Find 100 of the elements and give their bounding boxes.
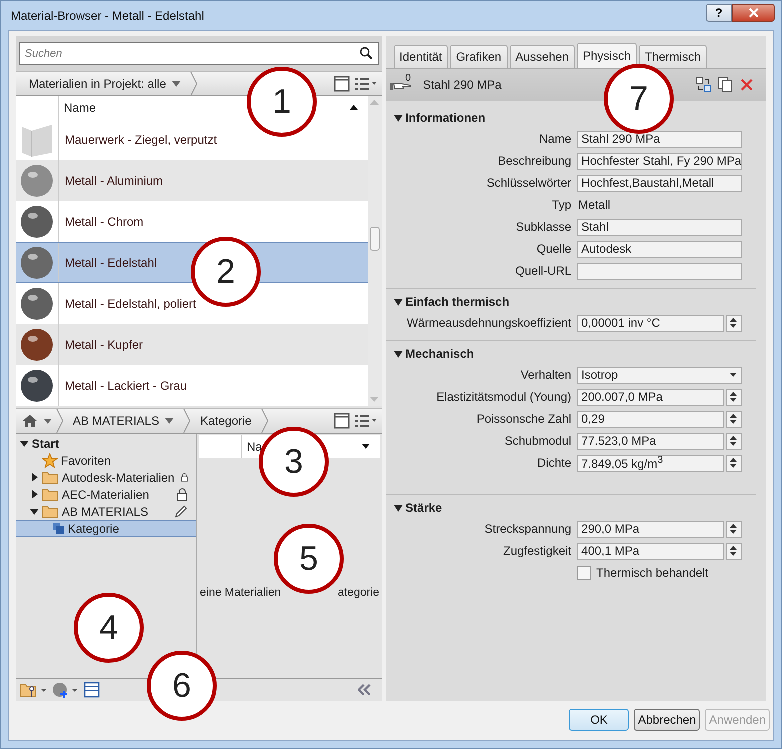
spin-button[interactable] <box>726 410 742 428</box>
number-field[interactable]: 290,0 MPa <box>576 520 724 538</box>
collapsed-icon[interactable] <box>32 490 38 499</box>
list-view-icon[interactable] <box>354 413 378 429</box>
number-field[interactable]: 400,1 MPa <box>576 542 724 560</box>
checkbox[interactable] <box>576 566 591 580</box>
sort-icon[interactable] <box>350 105 358 110</box>
folder-icon <box>42 488 59 502</box>
text-field[interactable]: Stahl 290 MPa <box>576 130 742 148</box>
folder-key-icon[interactable] <box>20 682 48 698</box>
expanded-icon[interactable] <box>394 350 403 358</box>
section-title[interactable]: Mechanisch <box>406 347 474 361</box>
column-header[interactable]: Name <box>59 100 96 114</box>
section-title[interactable]: Einfach thermisch <box>406 295 510 309</box>
search-icon <box>360 47 373 60</box>
up-arrow-icon <box>730 392 738 396</box>
star-icon <box>42 452 58 468</box>
list-view-icon[interactable] <box>354 76 378 92</box>
copy-icon[interactable] <box>718 77 734 93</box>
spin-button[interactable] <box>726 388 742 406</box>
panel-icon[interactable] <box>84 682 100 698</box>
number-field[interactable]: 200.007,0 MPa <box>576 388 724 406</box>
spin-button[interactable] <box>726 542 742 560</box>
panel-icon[interactable] <box>334 76 350 92</box>
text-field[interactable]: Hochfest,Baustahl,Metall <box>576 174 742 192</box>
tree-item[interactable]: Start <box>16 435 196 452</box>
material-row[interactable]: Metall - Aluminium <box>16 160 368 201</box>
caret-icon <box>165 418 174 424</box>
tree-label: Autodesk-Materialien <box>62 470 175 484</box>
number-field[interactable]: 77.523,0 MPa <box>576 432 724 450</box>
tree-label: AB MATERIALS <box>62 504 148 518</box>
category-icon <box>52 522 65 535</box>
tab[interactable]: Aussehen <box>510 45 575 68</box>
spin-button[interactable] <box>726 432 742 450</box>
down-arrow-icon <box>730 530 738 534</box>
field-label: Wärmeausdehnungskoeffizient <box>406 316 572 330</box>
tab[interactable]: Physisch <box>576 43 637 68</box>
down-arrow-icon <box>730 420 738 424</box>
caret-icon[interactable] <box>362 444 370 449</box>
close-button[interactable] <box>732 4 775 22</box>
expanded-icon[interactable] <box>394 114 403 122</box>
field-label: Poissonsche Zahl <box>476 412 572 426</box>
text-field[interactable]: Autodesk <box>576 240 742 258</box>
spin-button[interactable] <box>726 314 742 332</box>
text-field[interactable] <box>576 262 742 280</box>
section-title[interactable]: Stärke <box>406 501 442 515</box>
material-row[interactable]: Metall - Kupfer <box>16 324 368 365</box>
down-arrow-icon <box>730 464 738 468</box>
field-label: Subklasse <box>516 220 572 234</box>
down-arrow-icon <box>730 324 738 328</box>
breadcrumb[interactable]: AB MATERIALS <box>68 414 180 428</box>
add-material-icon[interactable] <box>52 682 80 698</box>
dialog-button[interactable]: Abbrechen <box>634 709 700 731</box>
material-name: Metall - Aluminium <box>64 174 164 188</box>
close-icon <box>748 8 758 18</box>
search-field[interactable]: Suchen <box>19 42 379 65</box>
delete-icon[interactable] <box>740 78 754 92</box>
down-arrow-icon <box>730 398 738 402</box>
text-field[interactable]: Stahl <box>576 218 742 236</box>
tab[interactable]: Identität <box>394 45 448 68</box>
number-field[interactable]: 7.849,05 kg/m$^{3}$ <box>576 454 724 472</box>
tab[interactable]: Grafiken <box>450 45 508 68</box>
tree-item[interactable]: AEC-Materialien <box>16 486 196 503</box>
dropdown[interactable]: Isotrop <box>576 366 742 384</box>
dialog-button[interactable]: OK <box>569 709 630 731</box>
number-field[interactable]: 0,00001 inv °C <box>576 314 724 332</box>
number-field[interactable]: 0,29 <box>576 410 724 428</box>
tree-item[interactable]: AB MATERIALS <box>16 503 196 520</box>
spin-button[interactable] <box>726 454 742 472</box>
help-button[interactable]: ? <box>706 4 732 22</box>
field-label: Verhalten <box>520 368 572 382</box>
tree-item[interactable]: Kategorie <box>16 520 196 537</box>
panel-icon[interactable] <box>334 413 350 429</box>
field-label: Quelle <box>536 242 572 256</box>
home-icon[interactable] <box>22 414 38 428</box>
expanded-icon[interactable] <box>394 298 403 306</box>
tree-label: AEC-Materialien <box>62 488 150 502</box>
field-label: Name <box>540 132 572 146</box>
tree-item[interactable]: Autodesk-Materialien <box>16 469 196 486</box>
expanded-icon[interactable] <box>30 508 39 514</box>
up-arrow-icon <box>730 318 738 322</box>
text-field[interactable]: Hochfester Stahl, Fy 290 MPa <box>576 152 742 170</box>
tab[interactable]: Thermisch <box>639 45 708 68</box>
expanded-icon[interactable] <box>20 440 29 446</box>
section-title[interactable]: Informationen <box>406 111 486 125</box>
expanded-icon[interactable] <box>394 504 403 512</box>
spin-button[interactable] <box>726 520 742 538</box>
collapse-icon[interactable] <box>358 684 372 696</box>
caret-icon <box>730 373 737 377</box>
collapsed-icon[interactable] <box>32 473 38 482</box>
scrollbar[interactable] <box>368 96 382 406</box>
tree-label: Kategorie <box>68 522 120 536</box>
up-arrow-icon <box>730 436 738 440</box>
breadcrumb[interactable]: Kategorie <box>195 414 257 428</box>
tree-item[interactable]: Favoriten <box>16 452 196 469</box>
scroll-thumb[interactable] <box>370 227 380 251</box>
replace-icon[interactable] <box>696 77 712 93</box>
chevron-icon <box>190 72 198 96</box>
field-label: Elastizitätsmodul (Young) <box>436 390 572 404</box>
material-name: Metall - Lackiert - Grau <box>64 378 188 392</box>
